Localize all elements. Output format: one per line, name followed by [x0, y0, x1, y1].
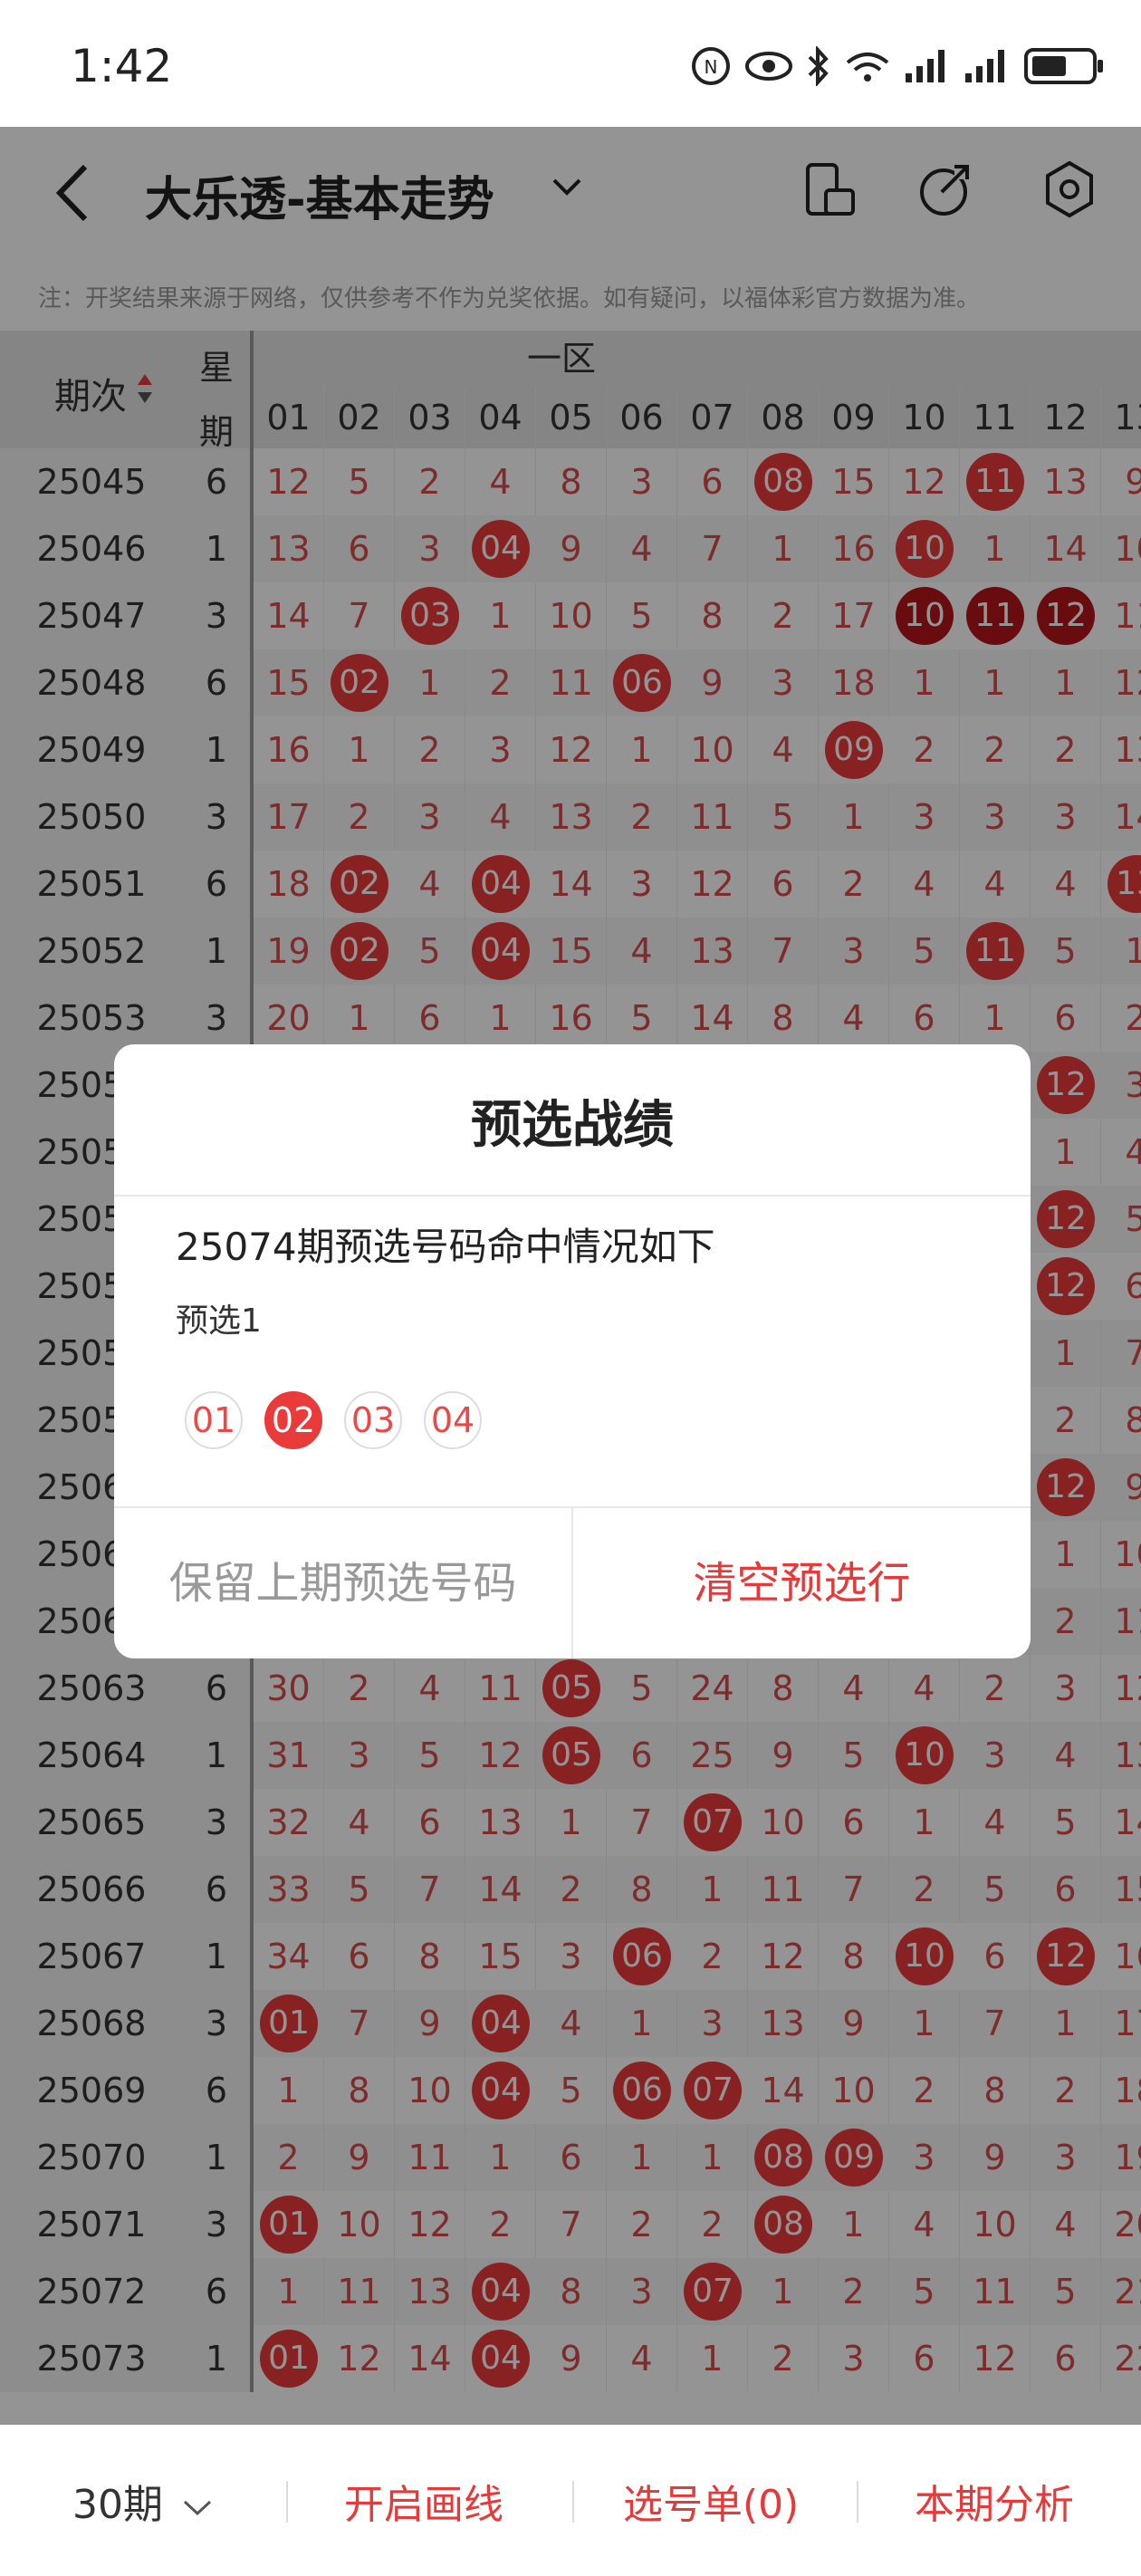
status-time: 1:42 [71, 40, 173, 92]
clear-picks-button[interactable]: 清空预选行 [573, 1508, 1031, 1658]
chevron-down-icon [183, 2500, 212, 2516]
divider [286, 2481, 288, 2523]
status-bar: 1:42 N [0, 0, 1141, 127]
divider [572, 2481, 574, 2523]
preselect-ball-04: 04 [424, 1391, 482, 1449]
period-label: 30期 [72, 2482, 163, 2528]
signal-icon-2 [965, 50, 1004, 82]
dialog-description: 25074期预选号码命中情况如下 [176, 1225, 715, 1269]
preselect-group-label: 预选1 [176, 1302, 262, 1340]
eye-icon [745, 52, 792, 81]
divider [114, 1195, 1031, 1197]
preselect-ball-02: 02 [264, 1391, 322, 1449]
current-analysis-button[interactable]: 本期分析 [915, 2472, 1074, 2530]
keep-last-picks-button[interactable]: 保留上期预选号码 [114, 1508, 573, 1658]
divider [857, 2481, 858, 2523]
draw-line-button[interactable]: 开启画线 [344, 2472, 503, 2530]
bluetooth-icon [808, 46, 829, 86]
period-selector[interactable]: 30期 [72, 2472, 214, 2530]
svg-text:N: N [705, 56, 718, 78]
wifi-icon [846, 53, 889, 82]
pick-list-button[interactable]: 选号单(0) [623, 2472, 799, 2530]
preselect-result-dialog: 预选战绩 25074期预选号码命中情况如下 预选1 01 02 03 04 保留上期预… [114, 1044, 1031, 1658]
preselect-ball-03: 03 [344, 1391, 402, 1449]
status-icons: N [690, 45, 1105, 87]
battery-icon [1024, 48, 1103, 84]
preselect-ball-01: 01 [185, 1391, 243, 1449]
signal-icon [906, 50, 944, 82]
nfc-icon: N [692, 47, 730, 85]
dialog-title: 预选战绩 [471, 1096, 674, 1155]
bottom-toolbar: 30期 开启画线 选号单(0) 本期分析 [0, 2425, 1141, 2576]
